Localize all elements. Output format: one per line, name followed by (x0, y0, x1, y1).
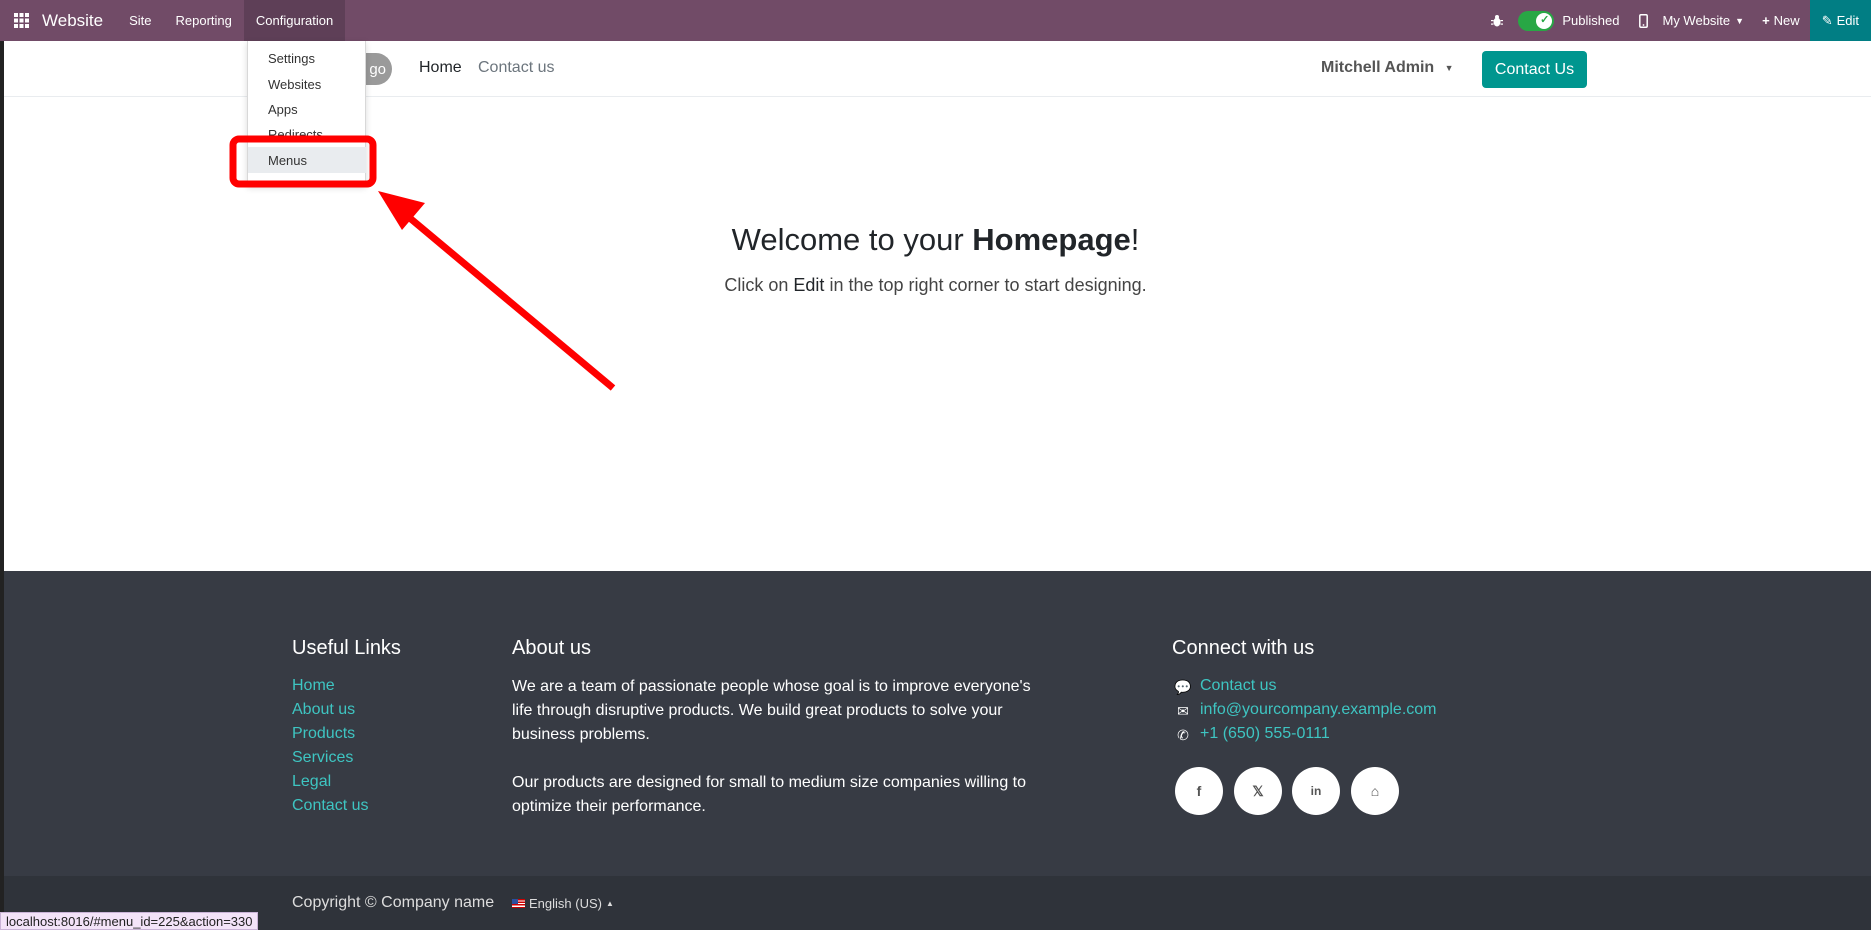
footer-link-about-us[interactable]: About us (292, 701, 355, 719)
copyright-bar: Copyright © Company name English (US) ▲ (4, 876, 1871, 930)
hero-title-bold: Homepage (972, 222, 1131, 257)
published-label: Published (1562, 13, 1620, 28)
mobile-preview-icon[interactable] (1633, 0, 1662, 41)
hero-sub-suffix: in the top right corner to start designi… (824, 275, 1147, 295)
dropdown-item-apps[interactable]: Apps (268, 102, 298, 117)
linkedin-icon[interactable]: in (1292, 767, 1340, 815)
menu-reporting[interactable]: Reporting (164, 0, 244, 41)
us-flag-icon (512, 899, 525, 908)
comment-icon: 💬 (1174, 679, 1192, 695)
admin-navbar: Website Site Reporting Configuration ✓ P… (0, 0, 1871, 41)
dropdown-item-websites[interactable]: Websites (268, 77, 321, 92)
footer-contact-link[interactable]: Contact us (1200, 677, 1276, 695)
about-us-heading: About us (512, 637, 591, 659)
footer-email-link[interactable]: info@yourcompany.example.com (1200, 701, 1437, 719)
user-name: Mitchell Admin (1321, 59, 1435, 76)
about-line: optimize their performance. (512, 798, 706, 815)
caret-up-icon: ▲ (605, 899, 614, 908)
footer-link-products[interactable]: Products (292, 725, 355, 743)
footer-link-contact-us[interactable]: Contact us (292, 797, 368, 815)
nav-home[interactable]: Home (419, 59, 462, 77)
publish-toggle[interactable]: ✓ Published (1518, 0, 1633, 41)
about-line: business problems. (512, 726, 650, 743)
home-icon[interactable]: ⌂ (1351, 767, 1399, 815)
caret-down-icon: ▼ (1735, 15, 1745, 26)
apps-menu-icon[interactable] (0, 0, 42, 41)
footer-link-home[interactable]: Home (292, 677, 335, 695)
hero-title-prefix: Welcome to your (731, 222, 973, 257)
footer-link-services[interactable]: Services (292, 749, 353, 767)
dropdown-item-redirects[interactable]: Redirects (268, 127, 323, 137)
dropdown-item-menus[interactable]: Menus (248, 147, 366, 173)
dropdown-item-settings[interactable]: Settings (268, 51, 315, 66)
about-us-paragraph-1: We are a team of passionate people whose… (512, 675, 1031, 747)
plus-icon: + (1762, 13, 1770, 28)
about-line: life through disruptive products. We bui… (512, 702, 1003, 719)
copyright-text: Copyright © Company name (292, 894, 495, 911)
new-label: New (1773, 13, 1800, 28)
footer-phone-link[interactable]: +1 (650) 555-0111 (1200, 725, 1330, 743)
facebook-icon[interactable]: f (1175, 767, 1223, 815)
new-button[interactable]: + New (1762, 0, 1810, 41)
connect-heading: Connect with us (1172, 637, 1315, 659)
footer-link-legal[interactable]: Legal (292, 773, 331, 791)
configuration-dropdown: Settings Websites Apps Redirects Menus (247, 41, 366, 186)
language-label: English (US) (529, 896, 602, 911)
user-menu[interactable]: Mitchell Admin ▼ (1321, 59, 1454, 77)
about-line: Our products are designed for small to m… (512, 774, 1027, 791)
website-selector-label: My Website (1662, 13, 1731, 28)
edit-button[interactable]: ✎ Edit (1809, 0, 1871, 41)
x-twitter-icon[interactable]: 𝕏 (1234, 767, 1282, 815)
hero-sub-prefix: Click on (724, 275, 794, 295)
nav-contact-us[interactable]: Contact us (478, 59, 554, 77)
hero-title: Welcome to your Homepage! (0, 222, 1871, 258)
check-icon: ✓ (1540, 13, 1550, 26)
debug-bug-icon[interactable] (1476, 0, 1518, 41)
envelope-icon: ✉ (1177, 703, 1189, 719)
window-edge (0, 41, 4, 930)
menu-site[interactable]: Site (117, 0, 163, 41)
about-line: We are a team of passionate people whose… (512, 678, 1031, 695)
menu-configuration[interactable]: Configuration (243, 0, 346, 41)
hero-sub-bold: Edit (793, 275, 825, 295)
phone-icon: ✆ (1177, 727, 1189, 743)
website-selector[interactable]: My Website ▼ (1662, 0, 1762, 41)
contact-us-button[interactable]: Contact Us (1482, 51, 1587, 88)
app-brand[interactable]: Website (42, 11, 103, 31)
about-us-paragraph-2: Our products are designed for small to m… (512, 771, 1026, 819)
hero-subtitle: Click on Edit in the top right corner to… (0, 275, 1871, 296)
useful-links-heading: Useful Links (292, 637, 401, 659)
caret-down-icon: ▼ (1444, 62, 1454, 73)
toggle-switch[interactable]: ✓ (1518, 10, 1555, 31)
pencil-icon: ✎ (1821, 12, 1833, 28)
edit-label: Edit (1836, 13, 1859, 28)
status-bar-url: localhost:8016/#menu_id=225&action=330 (0, 912, 259, 930)
site-footer: Useful Links Home About us Products Serv… (4, 571, 1871, 876)
logo-text: go (369, 60, 386, 78)
language-selector[interactable]: English (US) ▲ (512, 896, 614, 911)
hero-title-suffix: ! (1130, 222, 1140, 257)
